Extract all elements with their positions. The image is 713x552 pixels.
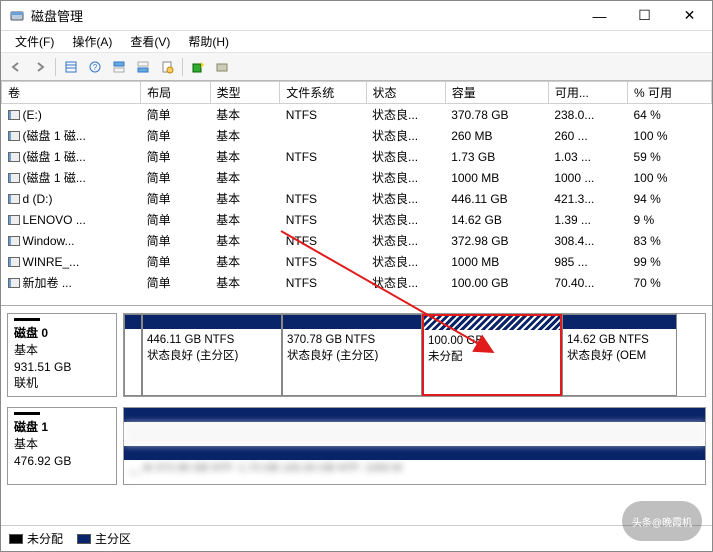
window: 磁盘管理 — ☐ ✕ 文件(F) 操作(A) 查看(V) 帮助(H) ? 卷 xyxy=(0,0,713,552)
refresh-button[interactable] xyxy=(187,56,209,78)
table-row[interactable]: 新加卷 ...简单基本NTFS状态良...100.00 GB70.40...70… xyxy=(2,272,712,293)
disk-1-row: 磁盘 1 基本 476.92 GB __ M 372.98 GB NTF: 1.… xyxy=(7,407,706,485)
volume-table: 卷 布局 类型 文件系统 状态 容量 可用... % 可用 (E:)简单基本NT… xyxy=(1,81,712,293)
partition[interactable]: 370.78 GB NTFS 状态良好 (主分区) xyxy=(282,314,422,396)
window-controls: — ☐ ✕ xyxy=(577,1,712,30)
partition[interactable]: 14.62 GB NTFS 状态良好 (OEM xyxy=(562,314,677,396)
back-button[interactable] xyxy=(5,56,27,78)
table-row[interactable]: Window...简单基本NTFS状态良...372.98 GB308.4...… xyxy=(2,230,712,251)
minimize-button[interactable]: — xyxy=(577,1,622,30)
disk-0-row: 磁盘 0 基本 931.51 GB 联机 446.11 GB NTFS 状态良好… xyxy=(7,313,706,397)
table-header-row: 卷 布局 类型 文件系统 状态 容量 可用... % 可用 xyxy=(2,82,712,104)
forward-button[interactable] xyxy=(29,56,51,78)
disk-bar-icon xyxy=(14,318,40,321)
disk-0-title: 磁盘 0 xyxy=(14,326,48,340)
menu-file[interactable]: 文件(F) xyxy=(7,31,62,52)
disk-0-size: 931.51 GB xyxy=(14,360,71,374)
partition-label: 100.00 GB 未分配 xyxy=(424,330,560,369)
partition-tiny[interactable] xyxy=(124,314,142,396)
table-row[interactable]: (磁盘 1 磁...简单基本状态良...260 MB260 ...100 % xyxy=(2,125,712,146)
col-layout[interactable]: 布局 xyxy=(141,82,211,104)
disk-bar-icon xyxy=(14,412,40,415)
view-top-button[interactable] xyxy=(108,56,130,78)
app-icon xyxy=(9,8,25,24)
view-list-button[interactable] xyxy=(60,56,82,78)
table-row[interactable]: WINRE_...简单基本NTFS状态良...1000 MB985 ...99 … xyxy=(2,251,712,272)
col-status[interactable]: 状态 xyxy=(366,82,445,104)
table-row[interactable]: (E:)简单基本NTFS状态良...370.78 GB238.0...64 % xyxy=(2,104,712,126)
partition-label: 370.78 GB NTFS 状态良好 (主分区) xyxy=(283,329,421,368)
menu-help[interactable]: 帮助(H) xyxy=(180,31,237,52)
disk-graphical-pane: 磁盘 0 基本 931.51 GB 联机 446.11 GB NTFS 状态良好… xyxy=(1,306,712,525)
col-pct[interactable]: % 可用 xyxy=(627,82,711,104)
table-row[interactable]: LENOVO ...简单基本NTFS状态良...14.62 GB1.39 ...… xyxy=(2,209,712,230)
scan-button[interactable] xyxy=(211,56,233,78)
help-button[interactable]: ? xyxy=(84,56,106,78)
menubar: 文件(F) 操作(A) 查看(V) 帮助(H) xyxy=(1,31,712,53)
col-volume[interactable]: 卷 xyxy=(2,82,141,104)
col-type[interactable]: 类型 xyxy=(210,82,280,104)
titlebar: 磁盘管理 — ☐ ✕ xyxy=(1,1,712,31)
legend-primary: 主分区 xyxy=(77,530,131,547)
partition[interactable]: 446.11 GB NTFS 状态良好 (主分区) xyxy=(142,314,282,396)
view-bottom-button[interactable] xyxy=(132,56,154,78)
window-title: 磁盘管理 xyxy=(31,6,577,25)
legend: 未分配 主分区 xyxy=(1,525,712,551)
col-capacity[interactable]: 容量 xyxy=(445,82,548,104)
partition-label: 14.62 GB NTFS 状态良好 (OEM xyxy=(563,329,676,368)
disk-0-map: 446.11 GB NTFS 状态良好 (主分区)370.78 GB NTFS … xyxy=(123,313,706,397)
disk-1-title: 磁盘 1 xyxy=(14,420,48,434)
maximize-button[interactable]: ☐ xyxy=(622,1,667,30)
table-row[interactable]: (磁盘 1 磁...简单基本NTFS状态良...1.73 GB1.03 ...5… xyxy=(2,146,712,167)
partition-unallocated[interactable]: 100.00 GB 未分配 xyxy=(422,314,562,396)
properties-button[interactable] xyxy=(156,56,178,78)
partition-label: 446.11 GB NTFS 状态良好 (主分区) xyxy=(143,329,281,368)
svg-text:?: ? xyxy=(93,63,98,72)
disk-0-info[interactable]: 磁盘 0 基本 931.51 GB 联机 xyxy=(7,313,117,397)
menu-operate[interactable]: 操作(A) xyxy=(64,31,120,52)
toolbar: ? xyxy=(1,53,712,81)
table-row[interactable]: d (D:)简单基本NTFS状态良...446.11 GB421.3...94 … xyxy=(2,188,712,209)
disk-1-bottom-row: __ M 372.98 GB NTF: 1.73 GB 100.00 GB NT… xyxy=(124,460,705,476)
col-fs[interactable]: 文件系统 xyxy=(280,82,366,104)
close-button[interactable]: ✕ xyxy=(667,1,712,30)
disk-1-info[interactable]: 磁盘 1 基本 476.92 GB xyxy=(7,407,117,485)
disk-1-size: 476.92 GB xyxy=(14,454,71,468)
legend-unalloc: 未分配 xyxy=(9,530,63,547)
disk-0-type: 基本 xyxy=(14,343,38,357)
col-free[interactable]: 可用... xyxy=(548,82,627,104)
disk-1-map: __ M 372.98 GB NTF: 1.73 GB 100.00 GB NT… xyxy=(123,407,706,485)
disk-1-type: 基本 xyxy=(14,437,38,451)
menu-view[interactable]: 查看(V) xyxy=(122,31,178,52)
disk-0-status: 联机 xyxy=(14,376,38,390)
table-row[interactable]: (磁盘 1 磁...简单基本状态良...1000 MB1000 ...100 % xyxy=(2,167,712,188)
volume-table-pane: 卷 布局 类型 文件系统 状态 容量 可用... % 可用 (E:)简单基本NT… xyxy=(1,81,712,306)
